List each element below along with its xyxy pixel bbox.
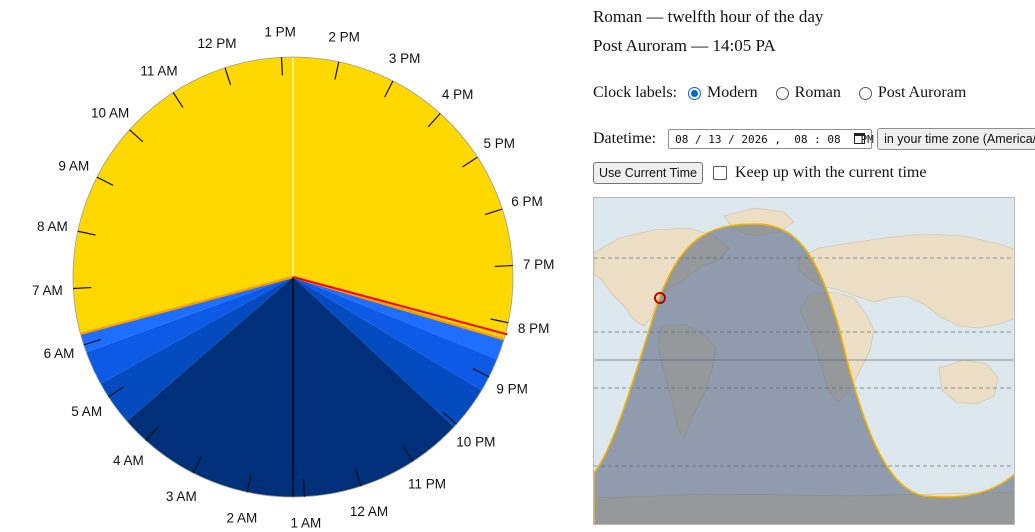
post-auroram-radio-label[interactable]: Post Auroram bbox=[878, 84, 966, 102]
clock-labels-group: Clock labels: Modern Roman Post Auroram bbox=[593, 84, 966, 102]
hour-label: 10 PM bbox=[456, 435, 495, 450]
timezone-select[interactable]: in your time zone (America/Los_Angeles) bbox=[877, 128, 1035, 150]
hour-label: 1 PM bbox=[264, 24, 296, 39]
hour-label: 8 AM bbox=[37, 219, 68, 234]
calendar-icon[interactable] bbox=[854, 133, 866, 144]
datetime-value: 08 / 13 / 2026 , 08 : 08 PM bbox=[675, 132, 874, 146]
hour-label: 9 AM bbox=[58, 158, 89, 173]
post-auroram-text: Post Auroram — 14:05 PA bbox=[593, 36, 776, 55]
datetime-label: Datetime: bbox=[593, 130, 657, 147]
day-clock: 1 PM 2 PM 3 PM 4 PM 5 PM 6 PM 7 PM 8 PM 9 PM 10 P… bbox=[32, 24, 555, 531]
datetime-row: Datetime: 08 / 13 / 2026 , 08 : 08 PM in… bbox=[593, 128, 1035, 150]
hour-label: 3 PM bbox=[389, 51, 421, 66]
use-current-time-button[interactable]: Use Current Time bbox=[593, 162, 703, 184]
hour-label: 5 PM bbox=[484, 136, 516, 151]
hour-label: 12 PM bbox=[197, 36, 236, 51]
hour-label: 5 AM bbox=[71, 404, 102, 419]
post-auroram-radio[interactable] bbox=[858, 86, 872, 100]
keep-up-label[interactable]: Keep up with the current time bbox=[735, 164, 927, 182]
hour-label: 2 PM bbox=[328, 29, 360, 44]
hour-label: 4 AM bbox=[113, 453, 144, 468]
datetime-input[interactable]: 08 / 13 / 2026 , 08 : 08 PM bbox=[668, 129, 874, 149]
hour-label: 8 PM bbox=[518, 321, 550, 336]
roman-hour-text: Roman — twelfth hour of the day bbox=[593, 7, 824, 26]
hour-label: 12 AM bbox=[350, 504, 388, 519]
hour-label: 9 PM bbox=[496, 382, 528, 397]
clock-labels-label: Clock labels: bbox=[593, 84, 677, 101]
hour-label: 7 PM bbox=[523, 257, 555, 272]
hour-label: 2 AM bbox=[226, 511, 257, 526]
hour-label: 7 AM bbox=[32, 283, 63, 298]
hour-label: 11 PM bbox=[408, 476, 446, 491]
hour-label: 10 AM bbox=[91, 105, 129, 120]
modern-radio[interactable] bbox=[687, 86, 701, 100]
hour-label: 6 AM bbox=[44, 346, 75, 361]
hour-label: 11 AM bbox=[140, 64, 177, 79]
roman-radio[interactable] bbox=[775, 86, 789, 100]
world-map[interactable] bbox=[593, 197, 1015, 525]
hour-label: 3 AM bbox=[166, 489, 197, 504]
hour-label: 4 PM bbox=[442, 87, 474, 102]
modern-radio-label[interactable]: Modern bbox=[707, 84, 758, 102]
roman-radio-label[interactable]: Roman bbox=[795, 84, 841, 102]
controls-row: Use Current Time Keep up with the curren… bbox=[593, 162, 926, 184]
world-map-svg bbox=[594, 198, 1014, 524]
keep-up-checkbox[interactable] bbox=[712, 166, 727, 180]
hour-label: 1 AM bbox=[290, 516, 321, 531]
hour-label: 6 PM bbox=[511, 194, 543, 209]
